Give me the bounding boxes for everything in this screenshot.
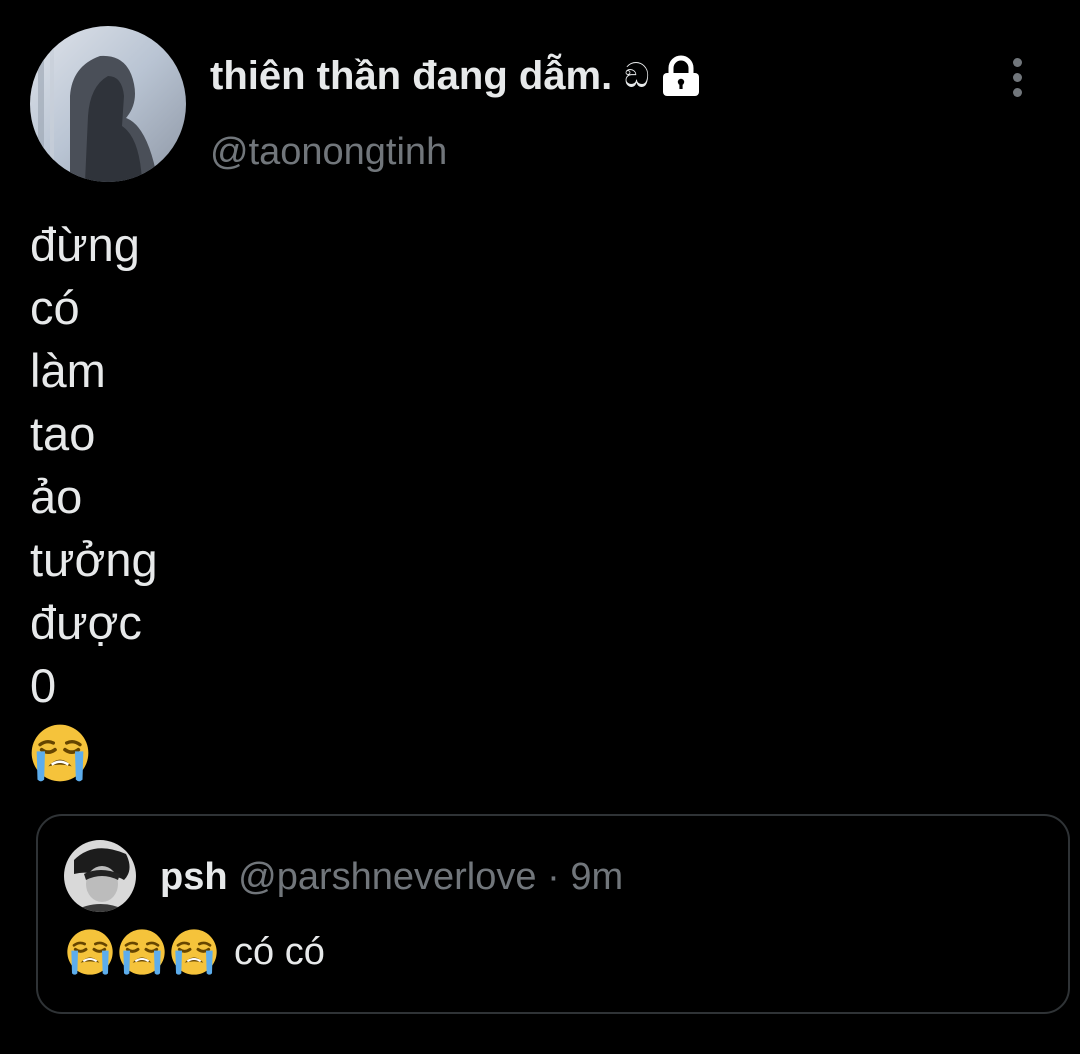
- tweet-line: làm: [30, 344, 106, 397]
- quoted-tweet-text: có có: [234, 931, 325, 973]
- meta-separator: ·: [547, 856, 560, 898]
- loudly-crying-face-icon: [170, 928, 218, 976]
- avatar-icon: [64, 840, 136, 912]
- display-name-text: thiên thần đang dẫm.: [210, 54, 613, 98]
- tweet-text: đừng có làm tao ảo tưởng được 0: [30, 213, 158, 783]
- more-vertical-icon-dot: [1012, 87, 1022, 97]
- quoted-tweet-time[interactable]: 9m: [570, 856, 623, 898]
- lock-icon: [659, 54, 703, 98]
- name-suffix: ඞ: [624, 57, 650, 95]
- quoted-author-handle[interactable]: @parshneverlove: [238, 856, 536, 898]
- loudly-crying-face-icon: [66, 928, 114, 976]
- tweet-line: tưởng: [30, 533, 158, 586]
- author-avatar[interactable]: [30, 26, 186, 182]
- tweet-line: có: [30, 281, 80, 334]
- tweet-line: tao: [30, 407, 96, 460]
- loudly-crying-face-icon: [30, 723, 90, 783]
- more-vertical-icon: [1012, 57, 1022, 67]
- quoted-author-avatar[interactable]: [64, 840, 136, 912]
- author-handle[interactable]: @taonongtinh: [210, 128, 447, 176]
- author-display-name[interactable]: thiên thần đang dẫm. ඞ: [210, 50, 703, 102]
- quoted-author-name[interactable]: psh: [160, 856, 228, 898]
- quoted-tweet-header: psh @parshneverlove · 9m: [160, 854, 623, 900]
- more-options-button[interactable]: [992, 52, 1042, 102]
- tweet-line: ảo: [30, 470, 83, 523]
- quoted-tweet-body: có có: [66, 924, 325, 980]
- avatar-silhouette-icon: [30, 26, 186, 182]
- more-vertical-icon-dot: [1012, 72, 1022, 82]
- tweet-emoji-line: [30, 717, 158, 783]
- tweet-line: đừng: [30, 218, 140, 271]
- loudly-crying-face-icon: [118, 928, 166, 976]
- quoted-tweet-card[interactable]: psh @parshneverlove · 9m có có: [36, 814, 1070, 1014]
- tweet-line: được: [30, 596, 142, 649]
- tweet-line: 0: [30, 659, 57, 712]
